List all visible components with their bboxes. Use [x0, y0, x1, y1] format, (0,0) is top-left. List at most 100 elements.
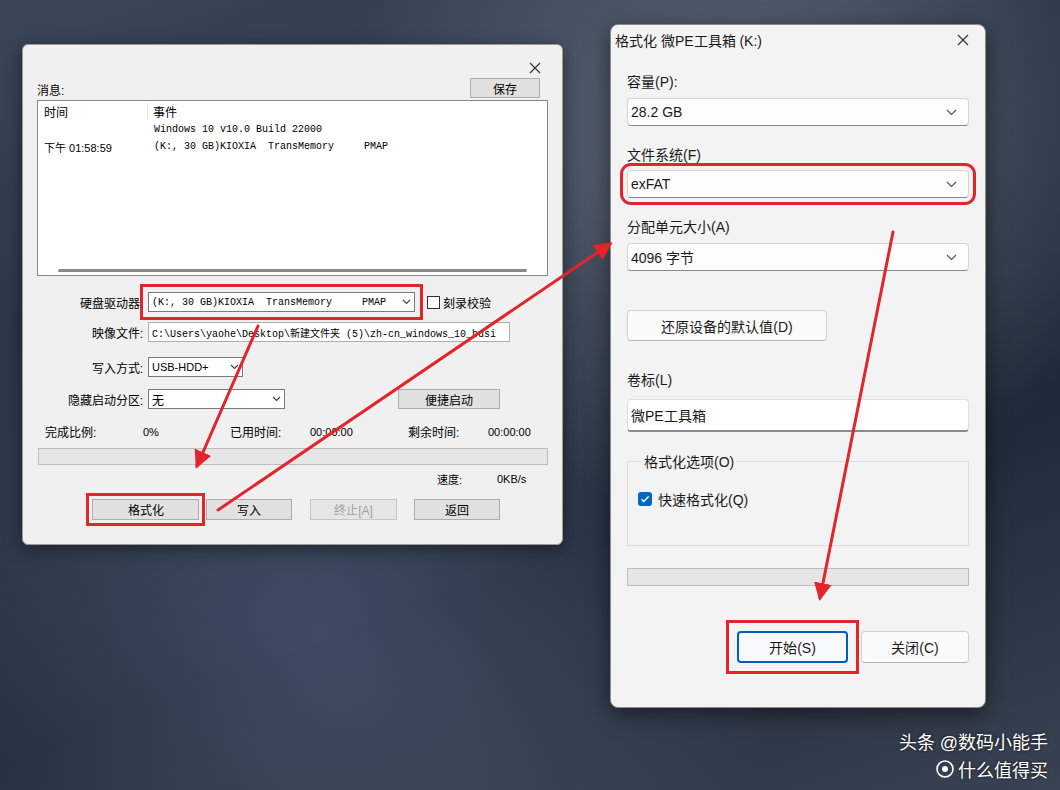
action-button: 终止[A] — [310, 499, 397, 520]
progress-track — [38, 448, 548, 465]
log-column-header: 时间 — [38, 103, 148, 120]
speed-row: 速度:0KB/s — [37, 471, 548, 487]
hidden-partition-row: 隐藏启动分区:无 便捷启动 — [37, 389, 548, 409]
field-select[interactable]: 4096 字节 — [627, 243, 969, 271]
horizontal-scrollbar[interactable] — [38, 265, 547, 275]
format-options-title: 格式化选项(O) — [641, 451, 737, 471]
field-label: 分配单元大小(A) — [627, 218, 969, 236]
hidden-partition-select[interactable]: 无 — [148, 389, 285, 409]
dropdown-icon[interactable] — [944, 105, 958, 119]
log-row: 下午 01:58:59(K:, 30 GB)KIOXIA TransMemory… — [38, 138, 547, 155]
button-label: 终止[A] — [334, 501, 373, 518]
drive-select[interactable]: (K:, 30 GB)KIOXIA TransMemory PMAP — [148, 292, 415, 312]
restore-defaults-button[interactable]: 还原设备的默认值(D) — [627, 310, 827, 341]
hidden-partition-label: 隐藏启动分区: — [37, 391, 148, 408]
button-label: 开始(S) — [769, 637, 816, 657]
dropdown-icon[interactable] — [268, 392, 284, 406]
quick-format-label: 快速格式化(Q) — [658, 489, 748, 509]
image-path: C:\Users\yaohe\Desktop\新建文件夹 (5)\zh-cn_w… — [152, 325, 496, 340]
write-mode-label: 写入方式: — [37, 359, 148, 376]
watermark-author: 头条 @数码小能手 — [899, 728, 1048, 754]
message-log: 时间事件 Windows 10 v10.0 Build 22000 下午 01:58… — [37, 100, 548, 276]
dialog-button[interactable]: 开始(S) — [737, 631, 848, 663]
dialog-body: 容量(P): 28.2 GB 文件系统(F) exFAT 分配单元大小(A) 4096 字… — [611, 55, 985, 707]
field-label: 容量(P): — [627, 73, 969, 91]
image-label: 映像文件: — [37, 324, 148, 341]
log-header: 时间事件 — [38, 101, 547, 121]
dropdown-icon[interactable] — [398, 295, 414, 309]
button-highlight: 返回 — [414, 499, 500, 520]
button-highlight: 格式化 — [92, 499, 199, 520]
write-mode-select[interactable]: USB-HDD+ — [148, 357, 243, 377]
verify-checkbox[interactable] — [427, 296, 440, 309]
window-title: 格式化 微PE工具箱 (K:) — [615, 30, 762, 50]
dropdown-icon[interactable] — [226, 360, 242, 374]
log-row: Windows 10 v10.0 Build 22000 — [38, 121, 547, 138]
hidden-partition-select-value: 无 — [152, 391, 164, 408]
quick-boot-button[interactable]: 便捷启动 — [398, 389, 500, 409]
field-value: exFAT — [631, 176, 670, 192]
watermark: 头条 @数码小能手什么值得买 — [899, 728, 1048, 782]
watermark-site-name: 什么值得买 — [958, 756, 1048, 782]
watermark-site: 什么值得买 — [936, 756, 1048, 782]
stat-label: 完成比例: — [45, 423, 143, 440]
dropdown-icon[interactable] — [944, 250, 958, 264]
field-label: 文件系统(F) — [627, 146, 969, 164]
stats-row: 完成比例:0%已用时间:00:00:00剩余时间:00:00:00 — [37, 423, 548, 440]
stat-value: 00:00:00 — [310, 426, 408, 438]
messages-header: 消息:保存 — [37, 78, 548, 100]
field-value: 4096 字节 — [631, 247, 694, 267]
drive-label: 硬盘驱动器: — [37, 294, 148, 311]
close-icon[interactable] — [528, 61, 542, 75]
image-row: 映像文件: C:\Users\yaohe\Desktop\新建文件夹 (5)\zh… — [37, 322, 548, 342]
field-value: 28.2 GB — [631, 104, 682, 120]
format-options-group: 格式化选项(O) 快速格式化(Q) — [627, 451, 969, 546]
dialog-button[interactable]: 关闭(C) — [861, 631, 969, 663]
title-bar — [37, 58, 548, 78]
dropdown-icon[interactable] — [944, 177, 958, 191]
button-row: 开始(S) 关闭(C) — [627, 631, 969, 663]
action-button[interactable]: 格式化 — [92, 499, 199, 520]
close-icon[interactable] — [955, 32, 971, 48]
annotation-arrows — [0, 0, 1060, 790]
format-dialog: 格式化 微PE工具箱 (K:) 容量(P): 28.2 GB 文件系统(F) exFAT… — [610, 24, 986, 708]
write-disk-image-window: 消息:保存时间事件Windows 10 v10.0 Build 22000下午 … — [22, 44, 563, 545]
drive-row: 硬盘驱动器: (K:, 30 GB)KIOXIA TransMemory PMAP… — [37, 292, 548, 312]
field-select[interactable]: exFAT — [627, 170, 969, 198]
write-mode-row: 写入方式: USB-HDD+ — [37, 357, 548, 377]
volume-label-value: 微PE工具箱 — [631, 405, 706, 425]
verify-label: 刻录校验 — [443, 294, 491, 311]
scrollbar-thumb[interactable] — [58, 269, 527, 272]
speed-value: 0KB/s — [497, 473, 526, 485]
log-spacer — [38, 155, 547, 265]
button-label: 写入 — [237, 501, 261, 518]
drive-select-value: (K:, 30 GB)KIOXIA TransMemory PMAP — [152, 297, 386, 308]
write-mode-select-value: USB-HDD+ — [152, 361, 209, 373]
quick-format-checkbox[interactable] — [638, 492, 652, 506]
log-column-header: 事件 — [148, 103, 177, 120]
button-highlight: 写入 — [206, 499, 292, 520]
button-row: 格式化 写入 终止[A] 返回 — [37, 499, 548, 520]
volume-label-label: 卷标(L) — [627, 371, 969, 389]
stat-label: 已用时间: — [230, 423, 310, 440]
progress-track — [627, 568, 969, 586]
button-label: 格式化 — [128, 501, 164, 518]
stat-value: 00:00:00 — [488, 426, 538, 438]
title-bar: 格式化 微PE工具箱 (K:) — [611, 25, 985, 55]
button-highlight: 开始(S) — [737, 631, 848, 663]
button-highlight: 终止[A] — [310, 499, 397, 520]
button-label: 返回 — [445, 501, 469, 518]
action-button[interactable]: 返回 — [414, 499, 500, 520]
field-select[interactable]: 28.2 GB — [627, 98, 969, 126]
speed-label: 速度: — [437, 471, 497, 487]
site-logo-icon — [936, 760, 954, 778]
image-path-field[interactable]: C:\Users\yaohe\Desktop\新建文件夹 (5)\zh-cn_w… — [148, 322, 510, 342]
volume-label-input[interactable]: 微PE工具箱 — [627, 399, 969, 432]
action-button[interactable]: 写入 — [206, 499, 292, 520]
quick-format-row: 快速格式化(Q) — [638, 489, 958, 509]
button-label: 关闭(C) — [891, 637, 938, 657]
log-event: Windows 10 v10.0 Build 22000 — [148, 124, 322, 135]
save-button[interactable]: 保存 — [470, 78, 540, 98]
stat-value: 0% — [143, 426, 230, 438]
log-event: (K:, 30 GB)KIOXIA TransMemory PMAP — [148, 141, 388, 152]
